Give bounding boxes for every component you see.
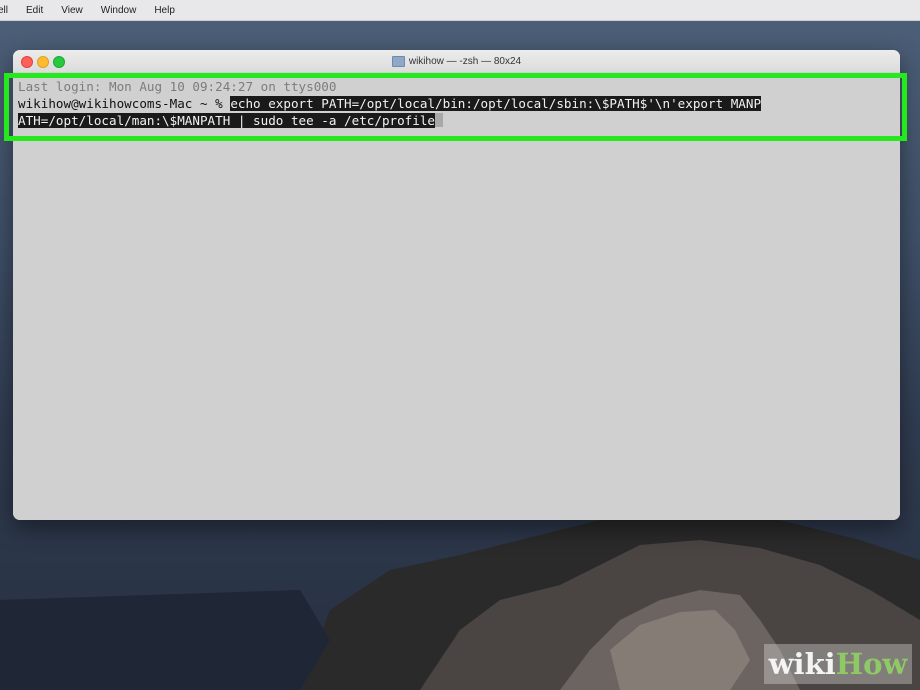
menu-shell[interactable]: ell [0,5,8,16]
watermark-how: How [835,647,908,681]
zoom-button[interactable] [53,56,65,68]
minimize-button[interactable] [37,56,49,68]
wallpaper-sea [0,590,330,690]
menu-bar: ell Edit View Window Help [0,0,920,21]
close-button[interactable] [21,56,33,68]
menu-help[interactable]: Help [154,5,175,16]
wikihow-watermark: wiki How [764,644,912,684]
menu-edit[interactable]: Edit [26,5,43,16]
watermark-wiki: wiki [768,647,836,681]
folder-icon [391,55,405,67]
menu-view[interactable]: View [61,5,83,16]
window-titlebar[interactable]: wikihow — -zsh — 80x24 [13,50,900,73]
highlight-box [4,73,907,141]
window-title: wikihow — -zsh — 80x24 [408,55,522,67]
window-title-wrap: wikihow — -zsh — 80x24 [13,50,900,72]
menu-window[interactable]: Window [101,5,137,16]
